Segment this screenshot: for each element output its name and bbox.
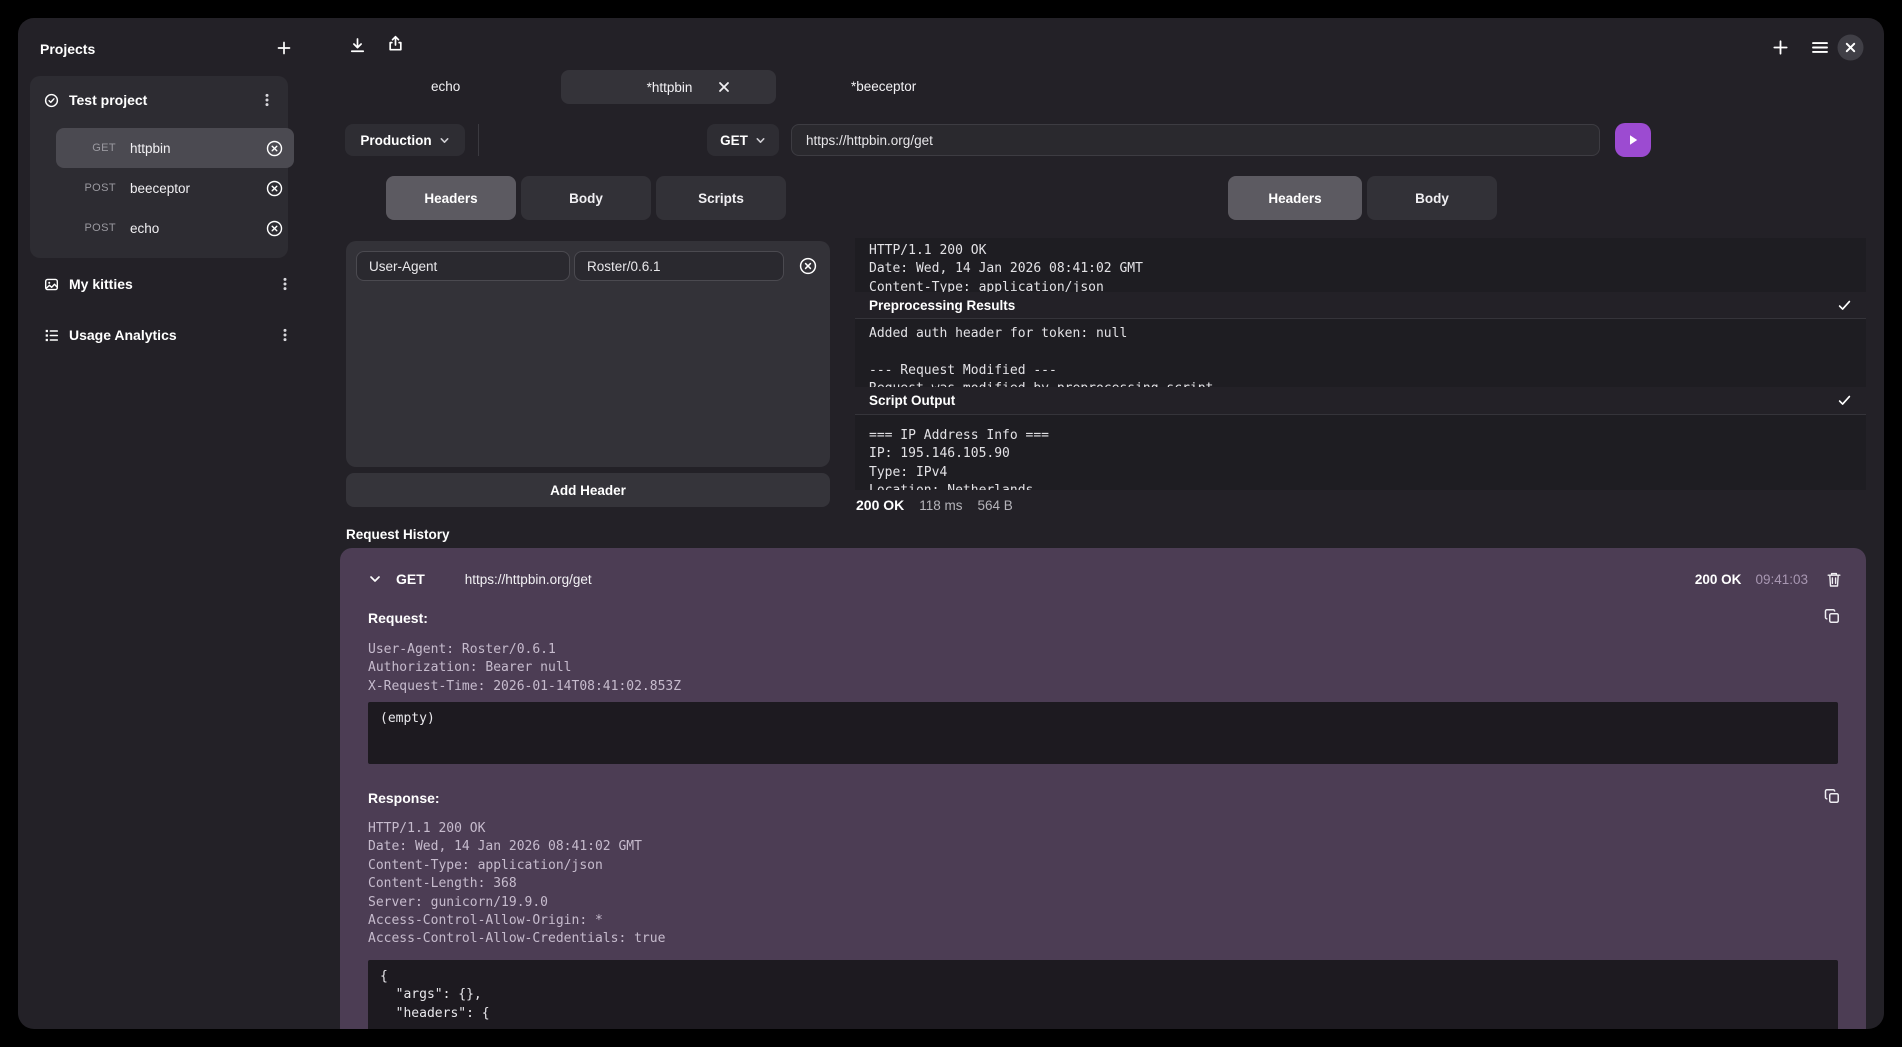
request-name-label: beeceptor [130,181,266,196]
project-name: Test project [69,92,250,108]
status-size: 564 B [978,498,1013,513]
projects-title: Projects [40,41,95,57]
script-output-title: Script Output [869,393,955,408]
history-entry-row[interactable]: GET https://httpbin.org/get 200 OK 09:41… [368,565,1842,593]
preprocessing-title: Preprocessing Results [869,298,1015,313]
clock-check-icon [44,93,59,108]
history-status: 200 OK [1695,572,1742,587]
add-header-button[interactable]: Add Header [346,473,830,507]
sidebar-item-httpbin[interactable]: GET httpbin [56,128,294,168]
circle-x-icon[interactable] [266,140,283,157]
response-status-bar: 200 OK 118 ms 564 B [856,494,1456,516]
new-tab-plus-icon[interactable] [1772,39,1789,56]
history-time: 09:41:03 [1755,572,1808,587]
kebab-menu-icon[interactable] [260,93,274,107]
tab-label: *httpbin [647,80,693,95]
kebab-menu-icon[interactable] [278,277,292,291]
check-icon [1837,298,1852,313]
sidebar: Projects Test project GET httpbin [18,18,318,1029]
tab-beeceptor[interactable]: *beeceptor [851,79,916,94]
section-label: Usage Analytics [69,327,268,343]
history-request-body-box: (empty) [368,702,1838,764]
tab-request-headers[interactable]: Headers [386,176,516,220]
history-response-body: { "args": {}, "headers": { [380,968,1826,1023]
preprocessing-text: Added auth header for token: null --- Re… [869,325,1852,387]
circle-x-icon[interactable] [266,220,283,237]
headers-editor [346,241,830,467]
history-title: Request History [346,527,450,542]
toolbar-divider [478,124,479,156]
history-request-headers: User-Agent: Roster/0.6.1 Authorization: … [368,641,681,696]
send-button[interactable] [1615,123,1651,157]
method-label: GET [720,133,748,148]
method-dropdown[interactable]: GET [707,124,779,156]
script-output-text: === IP Address Info === IP: 195.146.105.… [869,427,1852,490]
chevron-down-icon[interactable] [368,572,382,586]
play-icon [1626,133,1640,147]
preprocessing-output: Added auth header for token: null --- Re… [855,318,1866,387]
request-method-label: GET [74,142,116,154]
history-response-body-box: { "args": {}, "headers": { [368,960,1838,1029]
close-circle-icon[interactable] [1837,34,1864,61]
script-output-box: === IP Address Info === IP: 195.146.105.… [855,414,1866,490]
environment-dropdown[interactable]: Production [345,124,465,156]
circle-x-icon[interactable] [266,180,283,197]
preprocessing-header[interactable]: Preprocessing Results [855,292,1866,318]
chevron-down-icon [755,135,766,146]
tab-request-scripts[interactable]: Scripts [656,176,786,220]
x-icon[interactable] [718,81,730,93]
app-window: Projects Test project GET httpbin [18,18,1884,1029]
request-name-label: echo [130,221,266,236]
section-label: My kitties [69,276,268,292]
check-icon [1837,393,1852,408]
status-duration: 118 ms [919,498,962,513]
request-method-label: POST [74,222,116,234]
response-headers-text: HTTP/1.1 200 OK Date: Wed, 14 Jan 2026 0… [869,242,1852,292]
trash-icon[interactable] [1826,571,1842,588]
share-icon[interactable] [387,35,404,52]
sidebar-item-echo[interactable]: POST echo [56,208,294,248]
list-icon [44,328,59,343]
chevron-down-icon [439,135,450,146]
copy-icon[interactable] [1824,788,1841,805]
environment-label: Production [360,133,431,148]
history-url: https://httpbin.org/get [465,572,1695,587]
header-value-input[interactable] [574,251,784,281]
header-key-input[interactable] [356,251,570,281]
project-group: Test project GET httpbin POST beeceptor [30,76,288,258]
script-output-header[interactable]: Script Output [855,387,1866,414]
download-icon[interactable] [349,37,366,54]
tab-echo[interactable]: echo [431,79,460,94]
history-response-headers: HTTP/1.1 200 OK Date: Wed, 14 Jan 2026 0… [368,820,665,949]
url-input[interactable] [791,124,1600,156]
circle-x-icon[interactable] [799,257,817,275]
sidebar-section-my-kitties[interactable]: My kitties [44,272,292,296]
history-entry-card: GET https://httpbin.org/get 200 OK 09:41… [340,548,1866,1029]
history-method: GET [396,571,425,587]
sidebar-item-beeceptor[interactable]: POST beeceptor [56,168,294,208]
image-icon [44,277,59,292]
project-group-header[interactable]: Test project [44,88,274,112]
tab-httpbin[interactable]: *httpbin [561,70,776,104]
tab-response-body[interactable]: Body [1367,176,1497,220]
hamburger-icon[interactable] [1811,39,1829,56]
tab-response-headers[interactable]: Headers [1228,176,1362,220]
kebab-menu-icon[interactable] [278,328,292,342]
request-name-label: httpbin [130,141,266,156]
copy-icon[interactable] [1824,608,1841,625]
response-headers-preview: HTTP/1.1 200 OK Date: Wed, 14 Jan 2026 0… [855,238,1866,292]
request-method-label: POST [74,182,116,194]
history-request-label: Request: [368,610,428,626]
tab-request-body[interactable]: Body [521,176,651,220]
status-code: 200 OK [856,497,904,513]
history-response-label: Response: [368,790,440,806]
sidebar-section-usage-analytics[interactable]: Usage Analytics [44,323,292,347]
add-project-icon[interactable] [276,40,292,56]
history-request-body: (empty) [380,710,1826,728]
